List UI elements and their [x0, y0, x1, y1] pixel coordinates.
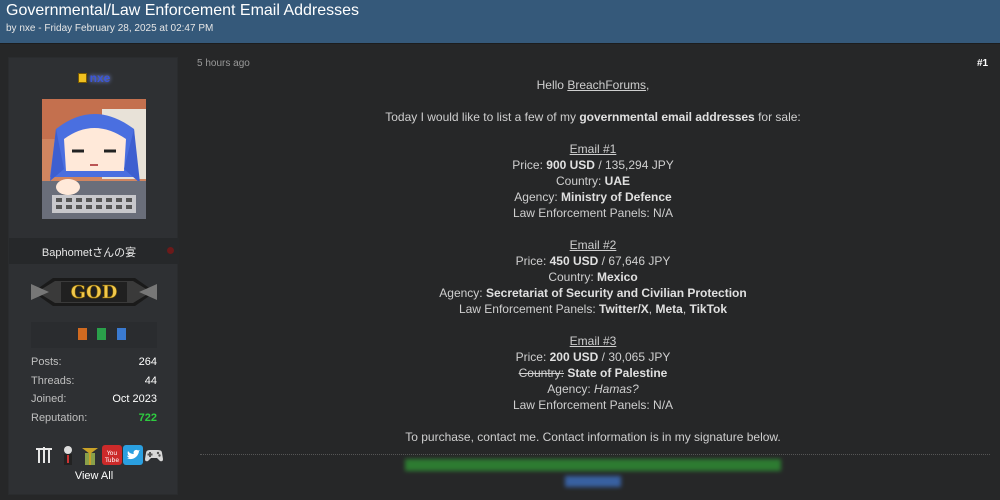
agency-value: Secretariat of Security and Civilian Pro…: [485, 286, 747, 300]
agency-value: Ministry of Defence: [561, 190, 672, 204]
price-line: Price: 450 USD / 67,646 JPY: [190, 253, 996, 269]
price-jpy: / 30,065 JPY: [598, 350, 671, 364]
gift-icon[interactable]: [79, 444, 101, 466]
view-all-link[interactable]: View All: [9, 470, 179, 482]
price-usd: 200 USD: [549, 350, 599, 364]
rank-banner-icon: GOD: [31, 278, 157, 306]
thread-meta: by nxe - Friday February 28, 2025 at 02:…: [6, 23, 214, 34]
usertitle: Baphometさんの宴: [41, 247, 137, 259]
thread-title: Governmental/Law Enforcement Email Addre…: [6, 2, 360, 19]
svg-text:You: You: [106, 450, 118, 457]
post-number[interactable]: #1: [977, 58, 988, 69]
user-badge-icon: [77, 73, 87, 83]
email-heading: Email #3: [569, 334, 617, 348]
agency-line: Agency: Secretariat of Security and Civi…: [190, 285, 996, 301]
closing-line: To purchase, contact me. Contact informa…: [405, 430, 781, 444]
email-heading: Email #2: [569, 238, 617, 252]
thread-header: Governmental/Law Enforcement Email Addre…: [0, 0, 1000, 44]
social-icons: You Tube: [33, 444, 165, 468]
stat-label: Reputation:: [31, 411, 88, 424]
stat-threads: Threads: 44: [31, 375, 157, 394]
twitter-icon[interactable]: [122, 444, 144, 466]
avatar-image: [42, 99, 146, 219]
panels-label: Law Enforcement Panels:: [458, 302, 600, 316]
agency-label: Agency:: [439, 286, 486, 300]
stat-label: Joined:: [31, 393, 67, 405]
agency-label: Agency:: [514, 190, 561, 204]
avatar[interactable]: [42, 99, 146, 219]
stat-posts: Posts: 264: [31, 356, 157, 375]
forum-link[interactable]: BreachForums: [567, 78, 646, 92]
stat-joined: Joined: Oct 2023: [31, 393, 157, 412]
stat-value: 44: [144, 374, 157, 387]
panels-line: Law Enforcement Panels: N/A: [512, 398, 674, 412]
gamepad-icon[interactable]: [143, 444, 165, 466]
panel-value: TikTok: [689, 302, 728, 316]
intro-text: for sale:: [754, 110, 801, 124]
price-line: Price: 900 USD / 135,294 JPY: [190, 157, 996, 173]
price-usd: 900 USD: [546, 158, 595, 172]
email-heading: Email #1: [569, 142, 617, 156]
country-value: State of Palestine: [563, 366, 668, 380]
country-line: Country: UAE: [190, 173, 996, 189]
agency-line: Agency: Ministry of Defence: [190, 189, 996, 205]
signature-blurred-link-2[interactable]: [565, 476, 621, 487]
country-line: Country: State of Palestine: [190, 365, 996, 381]
user-sidebar: nxe Baphometさんの宴 GOD Posts: 264 Threads:…: [8, 57, 179, 495]
rank-text: GOD: [71, 282, 118, 303]
stat-label: Posts:: [31, 356, 62, 368]
award-icon-3[interactable]: [117, 328, 126, 340]
country-label: Country:: [548, 270, 597, 284]
stat-value: Oct 2023: [112, 393, 157, 405]
award-icon-1[interactable]: [78, 328, 87, 340]
panels-line: Law Enforcement Panels: Twitter/X, Meta,…: [190, 301, 996, 317]
award-icon-2[interactable]: [97, 328, 106, 340]
stat-label: Threads:: [31, 374, 75, 387]
price-usd: 450 USD: [549, 254, 599, 268]
panel-value: Meta: [655, 302, 683, 316]
stat-reputation: Reputation: 722: [31, 412, 157, 431]
price-label: Price:: [515, 254, 550, 268]
signature-divider: [200, 454, 990, 455]
price-line: Price: 200 USD / 30,065 JPY: [190, 349, 996, 365]
usertitle-bar: Baphometさんの宴: [9, 238, 179, 264]
stat-value: 264: [138, 356, 157, 368]
post-time[interactable]: 5 hours ago: [197, 58, 250, 69]
country-value: Mexico: [597, 270, 638, 284]
agency-line: Agency: Hamas?: [190, 381, 996, 397]
user-stats: Posts: 264 Threads: 44 Joined: Oct 2023 …: [31, 356, 157, 430]
username-text[interactable]: nxe: [90, 71, 111, 85]
post-body: Hello BreachForums, Today I would like t…: [190, 77, 996, 445]
reputation-value[interactable]: 722: [139, 412, 157, 424]
intro-bold: governmental email addresses: [579, 110, 755, 124]
greeting-prefix: Hello: [536, 78, 568, 92]
figure-icon[interactable]: [57, 444, 79, 466]
greeting-suffix: ,: [646, 78, 650, 92]
username[interactable]: nxe: [9, 71, 179, 85]
offline-status-icon: [167, 247, 174, 254]
panel-value: Twitter/X: [599, 302, 649, 316]
price-label: Price:: [512, 158, 547, 172]
intro-line: Today I would like to list a few of my g…: [190, 109, 996, 125]
intro-text: Today I would like to list a few of my: [385, 110, 580, 124]
crossed-swords-icon[interactable]: [33, 444, 55, 466]
panels-line: Law Enforcement Panels: N/A: [512, 206, 674, 220]
country-value: UAE: [604, 174, 631, 188]
price-jpy: / 135,294 JPY: [594, 158, 674, 172]
signature-blurred-link[interactable]: [405, 459, 781, 471]
agency-label: Agency:: [547, 382, 594, 396]
youtube-icon[interactable]: YouTube: [101, 444, 123, 466]
price-jpy: / 67,646 JPY: [598, 254, 671, 268]
country-label: Country:: [555, 174, 605, 188]
greeting-line: Hello BreachForums,: [190, 77, 996, 93]
country-label-struck: Country:: [518, 366, 564, 380]
award-icons: [31, 322, 157, 348]
agency-value: Hamas?: [594, 382, 639, 396]
rank-badge: GOD: [31, 272, 157, 312]
country-line: Country: Mexico: [190, 269, 996, 285]
price-label: Price:: [515, 350, 550, 364]
svg-text:Tube: Tube: [104, 457, 119, 464]
